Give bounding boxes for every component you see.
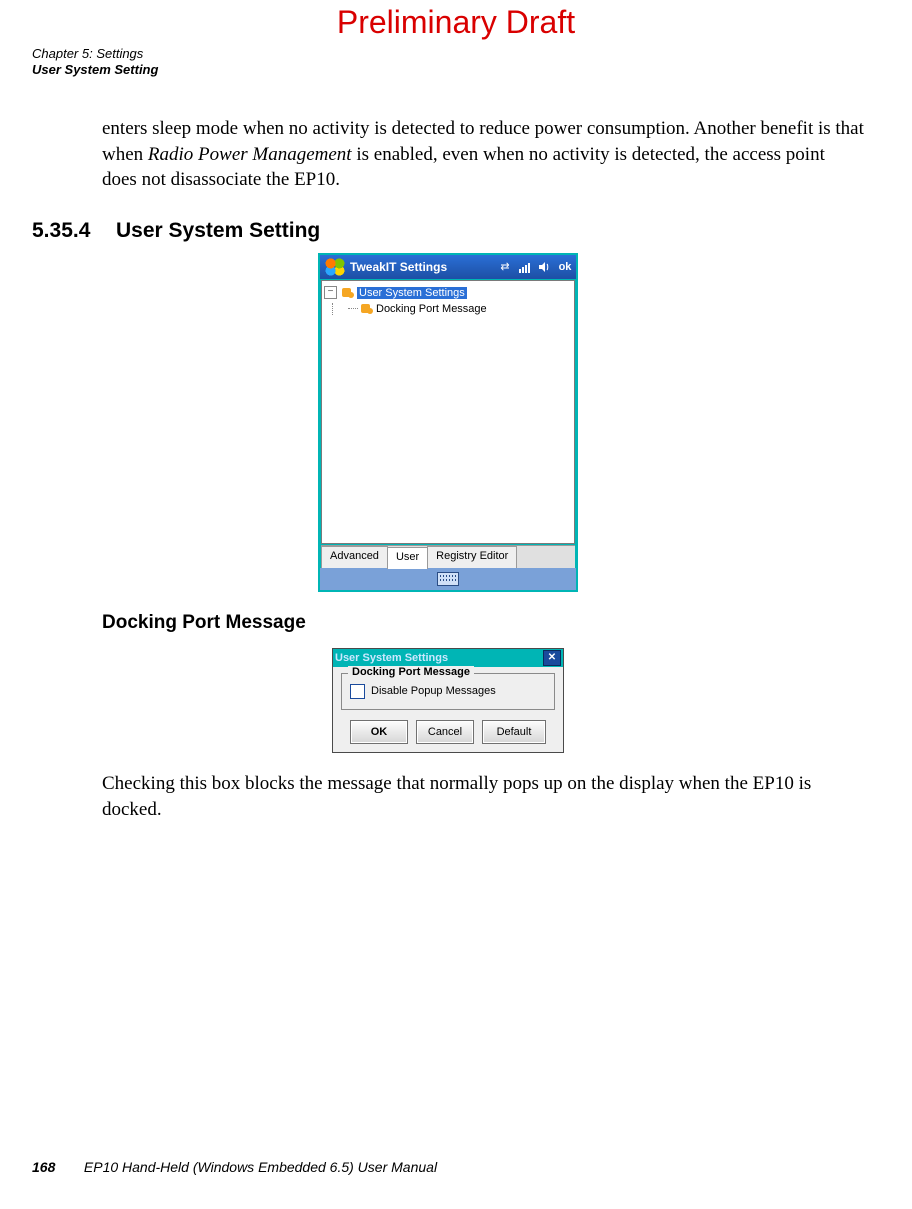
user-system-settings-dialog: User System Settings ✕ Docking Port Mess… <box>332 648 564 753</box>
docking-port-message-group: Docking Port Message Disable Popup Messa… <box>341 673 555 710</box>
tree-child-row[interactable]: Docking Port Message <box>348 301 572 317</box>
tab-bar: Advanced User Registry Editor <box>321 545 575 568</box>
cancel-button[interactable]: Cancel <box>416 720 474 744</box>
disable-popup-label: Disable Popup Messages <box>371 685 496 697</box>
keyboard-icon[interactable] <box>437 572 459 586</box>
closing-paragraph: Checking this box blocks the message tha… <box>102 771 864 822</box>
page-header: Chapter 5: Settings User System Setting <box>32 46 158 79</box>
start-icon[interactable] <box>324 258 346 276</box>
section-number: 5.35.4 <box>32 219 116 243</box>
section-title: User System Setting <box>116 219 320 243</box>
dialog-title: User System Settings <box>335 652 448 664</box>
intro-paragraph: enters sleep mode when no activity is de… <box>102 116 864 193</box>
window-title: TweakIT Settings <box>350 260 498 274</box>
group-label: Docking Port Message <box>348 666 474 678</box>
figure-tweakit-window: TweakIT Settings ⇄ ok − User System Se <box>32 253 864 592</box>
disable-popup-checkbox[interactable] <box>350 684 365 699</box>
tree-root-label[interactable]: User System Settings <box>357 287 467 299</box>
tree-child-label[interactable]: Docking Port Message <box>376 303 487 315</box>
signal-icon[interactable] <box>518 260 532 274</box>
tree-view[interactable]: − User System Settings Docking Port Mess… <box>321 280 575 544</box>
manual-title: EP10 Hand-Held (Windows Embedded 6.5) Us… <box>84 1159 437 1175</box>
gear-icon <box>341 287 355 299</box>
gear-icon <box>360 303 374 315</box>
volume-icon[interactable] <box>538 260 552 274</box>
collapse-icon[interactable]: − <box>324 286 337 299</box>
bottom-bar <box>320 568 576 590</box>
titlebar: TweakIT Settings ⇄ ok <box>320 255 576 279</box>
preliminary-draft-banner: Preliminary Draft <box>0 4 912 41</box>
default-button[interactable]: Default <box>482 720 546 744</box>
figure-docking-dialog: User System Settings ✕ Docking Port Mess… <box>32 648 864 753</box>
tree-root-row[interactable]: − User System Settings <box>324 285 572 301</box>
tab-advanced[interactable]: Advanced <box>321 546 388 568</box>
dialog-titlebar: User System Settings ✕ <box>333 649 563 667</box>
disable-popup-checkbox-row[interactable]: Disable Popup Messages <box>350 684 546 699</box>
ok-button[interactable]: OK <box>350 720 408 744</box>
subsection-heading: Docking Port Message <box>102 612 864 634</box>
header-chapter: Chapter 5: Settings <box>32 46 158 62</box>
page-footer: 168 EP10 Hand-Held (Windows Embedded 6.5… <box>32 1159 437 1175</box>
page-number: 168 <box>32 1159 80 1175</box>
ok-button[interactable]: ok <box>558 260 572 274</box>
tweakit-window: TweakIT Settings ⇄ ok − User System Se <box>318 253 578 592</box>
section-heading: 5.35.4 User System Setting <box>32 219 864 243</box>
connectivity-icon[interactable]: ⇄ <box>498 260 512 274</box>
close-icon[interactable]: ✕ <box>543 650 561 666</box>
header-section: User System Setting <box>32 62 158 78</box>
tab-registry-editor[interactable]: Registry Editor <box>427 546 517 568</box>
tab-user[interactable]: User <box>387 547 428 569</box>
